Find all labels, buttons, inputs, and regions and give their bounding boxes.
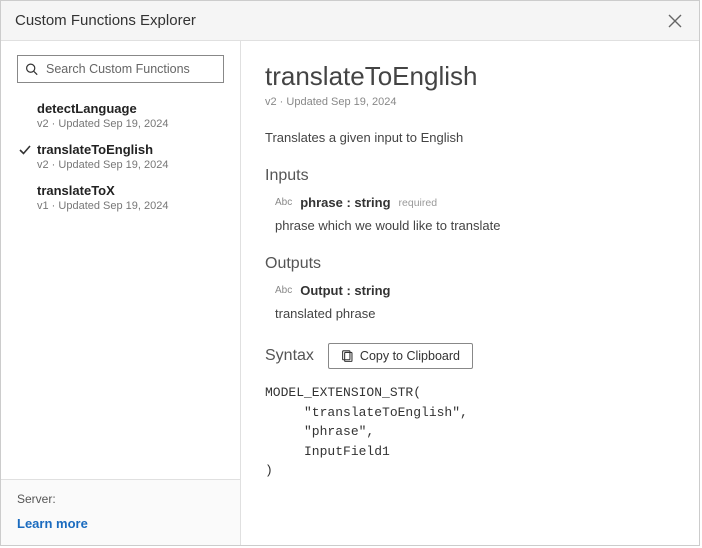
function-name: detectLanguage <box>37 101 220 116</box>
input-param-name: phrase : string <box>300 195 390 210</box>
input-param-desc: phrase which we would like to translate <box>275 218 675 233</box>
input-param-row: Abc phrase : string required <box>275 195 675 210</box>
close-icon <box>668 14 682 28</box>
function-name: translateToEnglish <box>37 142 220 157</box>
syntax-row: Syntax Copy to Clipboard <box>265 343 675 369</box>
server-label: Server: <box>17 492 224 506</box>
search-input[interactable] <box>17 55 224 83</box>
sidebar-item-function[interactable]: translateToEnglish v2 · Updated Sep 19, 2… <box>17 136 224 177</box>
function-meta: v2 · Updated Sep 19, 2024 <box>37 118 220 130</box>
type-badge: Abc <box>275 197 292 208</box>
check-icon <box>19 144 31 156</box>
detail-meta: v2 · Updated Sep 19, 2024 <box>265 96 675 108</box>
outputs-heading: Outputs <box>265 255 675 273</box>
function-meta: v1 · Updated Sep 19, 2024 <box>37 200 220 212</box>
copy-button-label: Copy to Clipboard <box>360 349 460 363</box>
syntax-code: MODEL_EXTENSION_STR( "translateToEnglish… <box>265 383 675 481</box>
sidebar-footer: Server: Learn more <box>1 479 240 545</box>
function-name: translateToX <box>37 183 220 198</box>
search-wrap <box>17 55 224 83</box>
detail-pane: translateToEnglish v2 · Updated Sep 19, … <box>241 41 699 545</box>
learn-more-link[interactable]: Learn more <box>17 516 224 531</box>
required-label: required <box>399 197 438 209</box>
syntax-heading: Syntax <box>265 347 314 365</box>
type-badge: Abc <box>275 285 292 296</box>
sidebar-top: detectLanguagev2 · Updated Sep 19, 2024t… <box>1 41 240 479</box>
sidebar-item-function[interactable]: translateToX v1 · Updated Sep 19, 2024 <box>17 177 224 218</box>
detail-description: Translates a given input to English <box>265 130 675 145</box>
window-title: Custom Functions Explorer <box>15 12 196 29</box>
window: Custom Functions Explorer detectLanguage… <box>0 0 700 546</box>
output-param-name: Output : string <box>300 283 390 298</box>
close-button[interactable] <box>665 11 685 31</box>
clipboard-icon <box>341 350 354 363</box>
detail-title: translateToEnglish <box>265 61 675 92</box>
output-param-row: Abc Output : string <box>275 283 675 298</box>
function-list: detectLanguagev2 · Updated Sep 19, 2024t… <box>17 95 224 218</box>
function-meta: v2 · Updated Sep 19, 2024 <box>37 159 220 171</box>
output-param-desc: translated phrase <box>275 306 675 321</box>
body: detectLanguagev2 · Updated Sep 19, 2024t… <box>1 41 699 545</box>
sidebar: detectLanguagev2 · Updated Sep 19, 2024t… <box>1 41 241 545</box>
copy-to-clipboard-button[interactable]: Copy to Clipboard <box>328 343 473 369</box>
search-icon <box>25 63 38 76</box>
inputs-heading: Inputs <box>265 167 675 185</box>
titlebar: Custom Functions Explorer <box>1 1 699 41</box>
sidebar-item-function[interactable]: detectLanguage v2 · Updated Sep 19, 2024 <box>17 95 224 136</box>
